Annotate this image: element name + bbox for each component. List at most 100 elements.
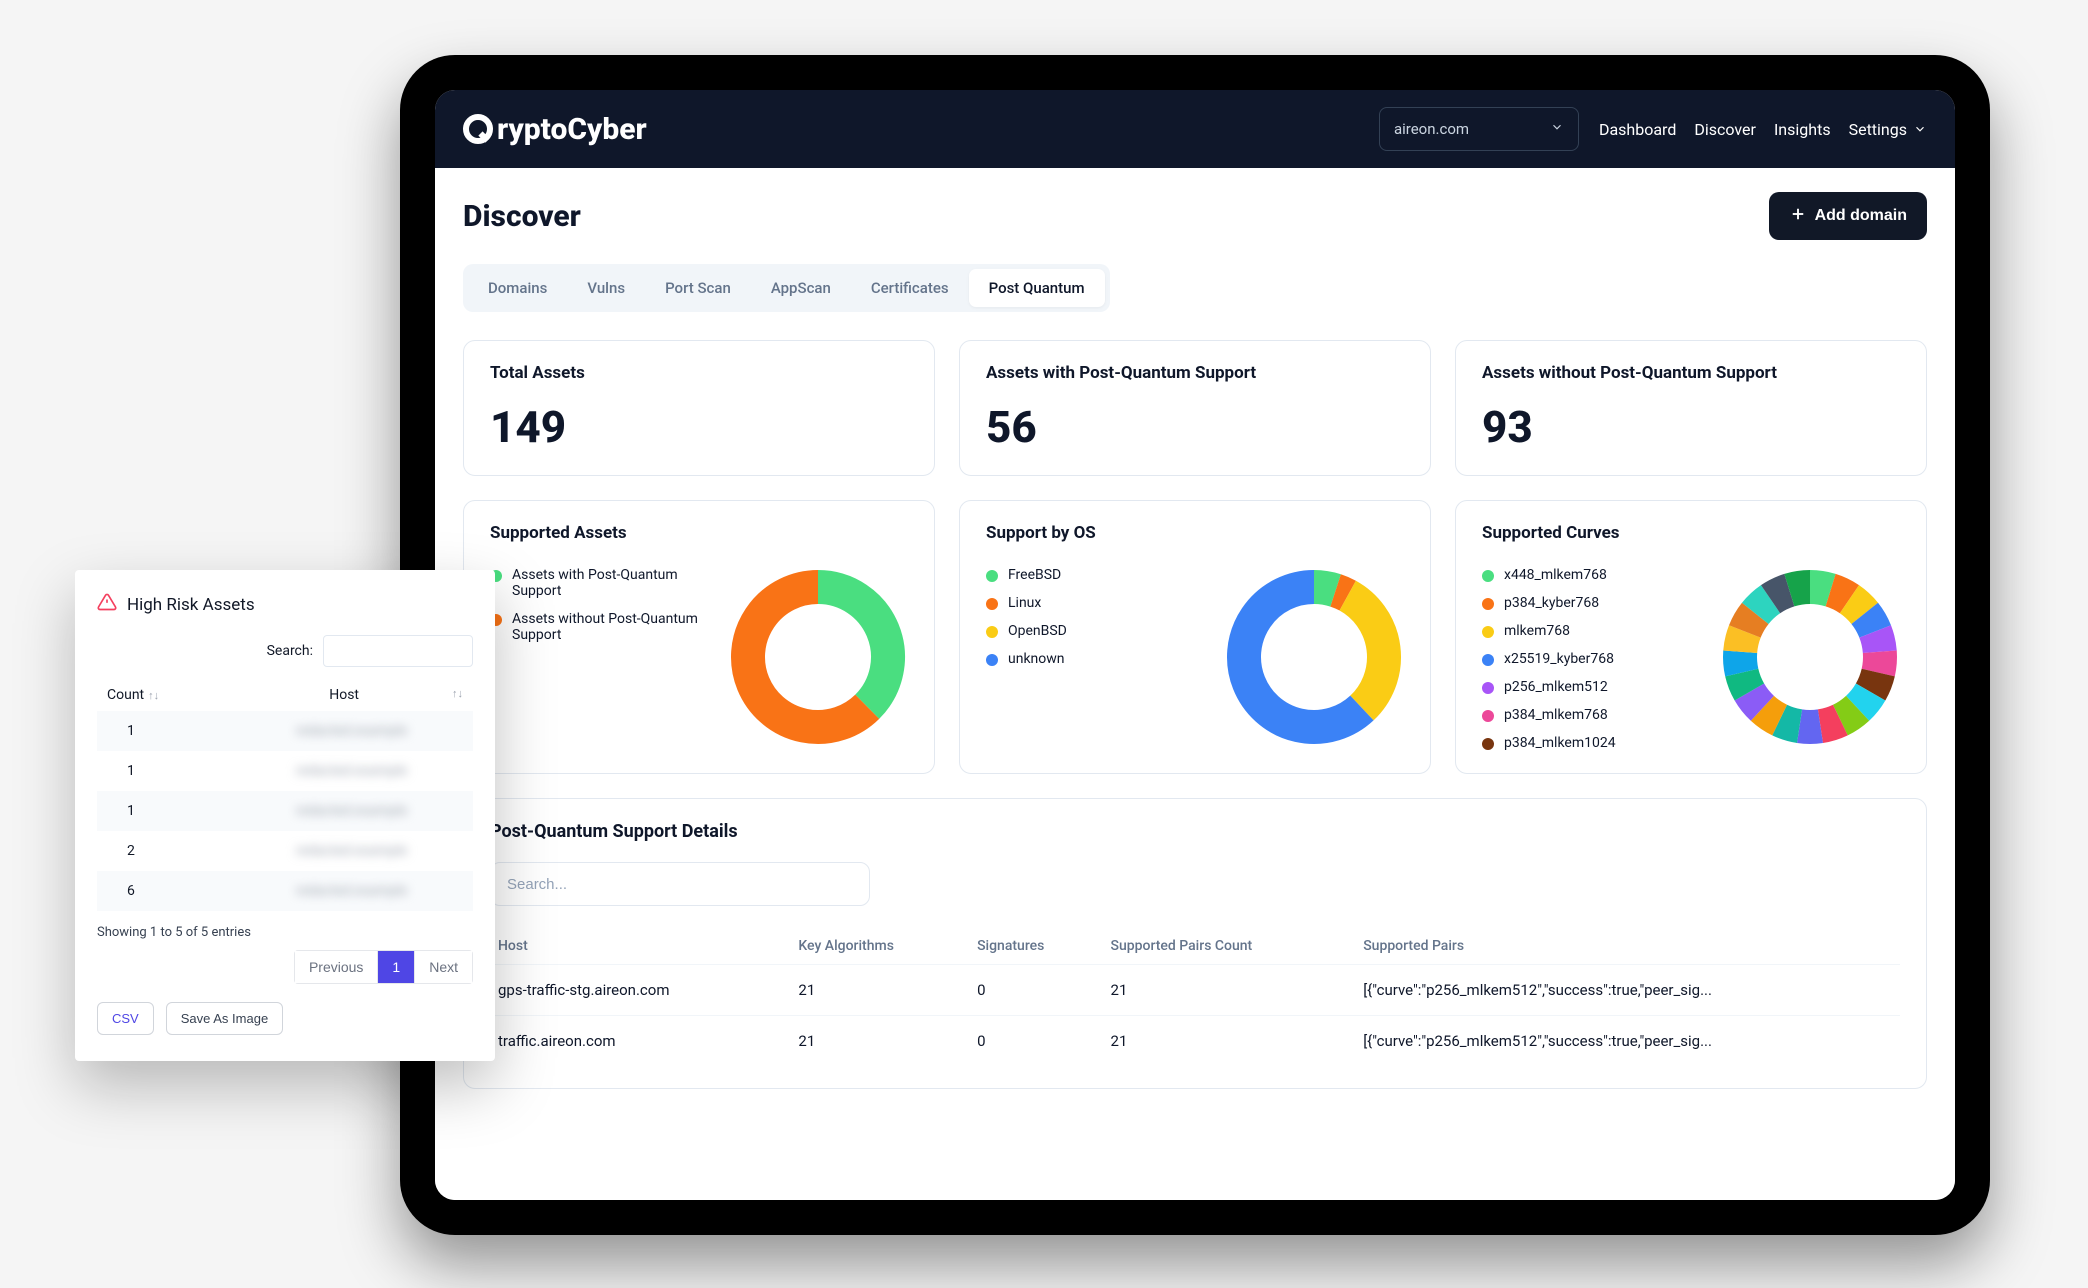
cell-count: 2 <box>97 831 230 871</box>
tab-certificates[interactable]: Certificates <box>851 269 969 307</box>
col-count[interactable]: Count↑↓ <box>97 679 230 711</box>
tab-vulns[interactable]: Vulns <box>567 269 645 307</box>
details-card: Post-Quantum Support Details HostKey Alg… <box>463 798 1927 1089</box>
chevron-down-icon <box>1913 122 1927 136</box>
chart-card: Support by OSFreeBSDLinuxOpenBSDunknown <box>959 500 1431 774</box>
legend-dot-icon <box>986 598 998 610</box>
high-risk-search-input[interactable] <box>323 635 473 667</box>
tab-post-quantum[interactable]: Post Quantum <box>969 269 1105 307</box>
cell-host: redacted.example <box>230 871 473 911</box>
cell-host: redacted.example <box>230 711 473 751</box>
cell-host: redacted.example <box>230 831 473 871</box>
table-row[interactable]: gps-traffic-stg.aireon.com21021[{"curve"… <box>490 965 1900 1016</box>
tab-bar: DomainsVulnsPort ScanAppScanCertificates… <box>463 264 1110 312</box>
charts-row: Supported AssetsAssets with Post-Quantum… <box>463 500 1927 774</box>
list-item[interactable]: 1redacted.example <box>97 711 473 751</box>
legend-dot-icon <box>986 570 998 582</box>
save-image-button[interactable]: Save As Image <box>166 1002 283 1035</box>
stats-row: Total Assets149Assets with Post-Quantum … <box>463 340 1927 476</box>
csv-button[interactable]: CSV <box>97 1002 154 1035</box>
legend-item: Assets with Post-Quantum Support <box>490 567 708 599</box>
chart-card: Supported Curves x448_mlkem768 p384_kyber7… <box>1455 500 1927 774</box>
tablet-frame: ryptoCyber aireon.com Dashboard Discover… <box>400 55 1990 1235</box>
details-col[interactable]: Key Algorithms <box>790 928 969 965</box>
stat-label: Assets with Post-Quantum Support <box>986 363 1404 383</box>
high-risk-assets-card: High Risk Assets Search: Count↑↓ Host↑↓ … <box>75 570 495 1061</box>
legend-label: x25519_kyber768 <box>1504 651 1614 667</box>
high-risk-actions: CSV Save As Image <box>97 984 473 1035</box>
chart-legend: Assets with Post-Quantum Support Assets w… <box>490 567 708 643</box>
legend-item: Assets without Post-Quantum Support <box>490 611 708 643</box>
tab-port-scan[interactable]: Port Scan <box>645 269 751 307</box>
legend-item: Linux <box>986 595 1204 611</box>
cell-supported_pairs: [{"curve":"p256_mlkem512","success":true… <box>1355 965 1900 1016</box>
logo-q-icon <box>463 114 493 144</box>
legend-label: p384_mlkem1024 <box>1504 735 1616 751</box>
nav-links: Dashboard Discover Insights Settings <box>1599 120 1927 139</box>
high-risk-search-label: Search: <box>267 643 313 659</box>
details-title: Post-Quantum Support Details <box>490 821 1900 842</box>
legend-dot-icon <box>1482 738 1494 750</box>
next-button[interactable]: Next <box>415 951 472 983</box>
legend-item: x448_mlkem768 <box>1482 567 1700 583</box>
nav-settings[interactable]: Settings <box>1849 120 1927 139</box>
list-item[interactable]: 6redacted.example <box>97 871 473 911</box>
cell-host: gps-traffic-stg.aireon.com <box>490 965 790 1016</box>
page-content: Discover Add domain DomainsVulnsPort Sca… <box>435 168 1955 1200</box>
nav-dashboard[interactable]: Dashboard <box>1599 120 1676 139</box>
add-domain-label: Add domain <box>1815 207 1907 225</box>
legend-item: x25519_kyber768 <box>1482 651 1700 667</box>
donut-chart <box>1224 567 1404 747</box>
legend-label: OpenBSD <box>1008 623 1067 639</box>
legend-dot-icon <box>1482 570 1494 582</box>
prev-button[interactable]: Previous <box>295 951 378 983</box>
tab-domains[interactable]: Domains <box>468 269 567 307</box>
details-col[interactable]: Signatures <box>969 928 1102 965</box>
page-1-button[interactable]: 1 <box>378 951 415 983</box>
stat-value: 93 <box>1482 401 1900 453</box>
nav-insights[interactable]: Insights <box>1774 120 1831 139</box>
cell-key_algorithms: 21 <box>790 1016 969 1067</box>
legend-label: unknown <box>1008 651 1065 667</box>
stat-value: 149 <box>490 401 908 453</box>
cell-supported_pairs_count: 21 <box>1103 1016 1356 1067</box>
cell-count: 1 <box>97 751 230 791</box>
details-col[interactable]: Supported Pairs <box>1355 928 1900 965</box>
details-search-input[interactable] <box>490 862 870 906</box>
domain-selected-value: aireon.com <box>1394 120 1469 138</box>
legend-dot-icon <box>986 654 998 666</box>
brand-logo[interactable]: ryptoCyber <box>463 112 647 147</box>
add-domain-button[interactable]: Add domain <box>1769 192 1927 240</box>
legend-item: p384_mlkem1024 <box>1482 735 1700 751</box>
legend-item: FreeBSD <box>986 567 1204 583</box>
col-host[interactable]: Host↑↓ <box>230 679 473 711</box>
legend-label: FreeBSD <box>1008 567 1061 583</box>
high-risk-footer: Showing 1 to 5 of 5 entries <box>97 925 473 940</box>
legend-item: unknown <box>986 651 1204 667</box>
donut-chart <box>1720 567 1900 747</box>
cell-host: redacted.example <box>230 791 473 831</box>
list-item[interactable]: 1redacted.example <box>97 751 473 791</box>
cell-count: 1 <box>97 711 230 751</box>
domain-select[interactable]: aireon.com <box>1379 107 1579 151</box>
legend-item: p384_mlkem768 <box>1482 707 1700 723</box>
list-item[interactable]: 2redacted.example <box>97 831 473 871</box>
legend-dot-icon <box>1482 654 1494 666</box>
details-col[interactable]: Host <box>490 928 790 965</box>
chart-legend: x448_mlkem768p384_kyber768mlkem768x25519… <box>1482 567 1700 751</box>
table-row[interactable]: traffic.aireon.com21021[{"curve":"p256_m… <box>490 1016 1900 1067</box>
details-col[interactable]: Supported Pairs Count <box>1103 928 1356 965</box>
legend-label: Assets with Post-Quantum Support <box>512 567 708 599</box>
app-header: ryptoCyber aireon.com Dashboard Discover… <box>435 90 1955 168</box>
page-title: Discover <box>463 199 581 234</box>
cell-host: traffic.aireon.com <box>490 1016 790 1067</box>
legend-label: x448_mlkem768 <box>1504 567 1607 583</box>
tab-appscan[interactable]: AppScan <box>751 269 851 307</box>
legend-label: p384_kyber768 <box>1504 595 1599 611</box>
chart-title: Supported Curves <box>1482 523 1900 543</box>
nav-discover[interactable]: Discover <box>1694 120 1756 139</box>
legend-dot-icon <box>1482 682 1494 694</box>
donut-chart <box>728 567 908 747</box>
list-item[interactable]: 1redacted.example <box>97 791 473 831</box>
legend-item: OpenBSD <box>986 623 1204 639</box>
